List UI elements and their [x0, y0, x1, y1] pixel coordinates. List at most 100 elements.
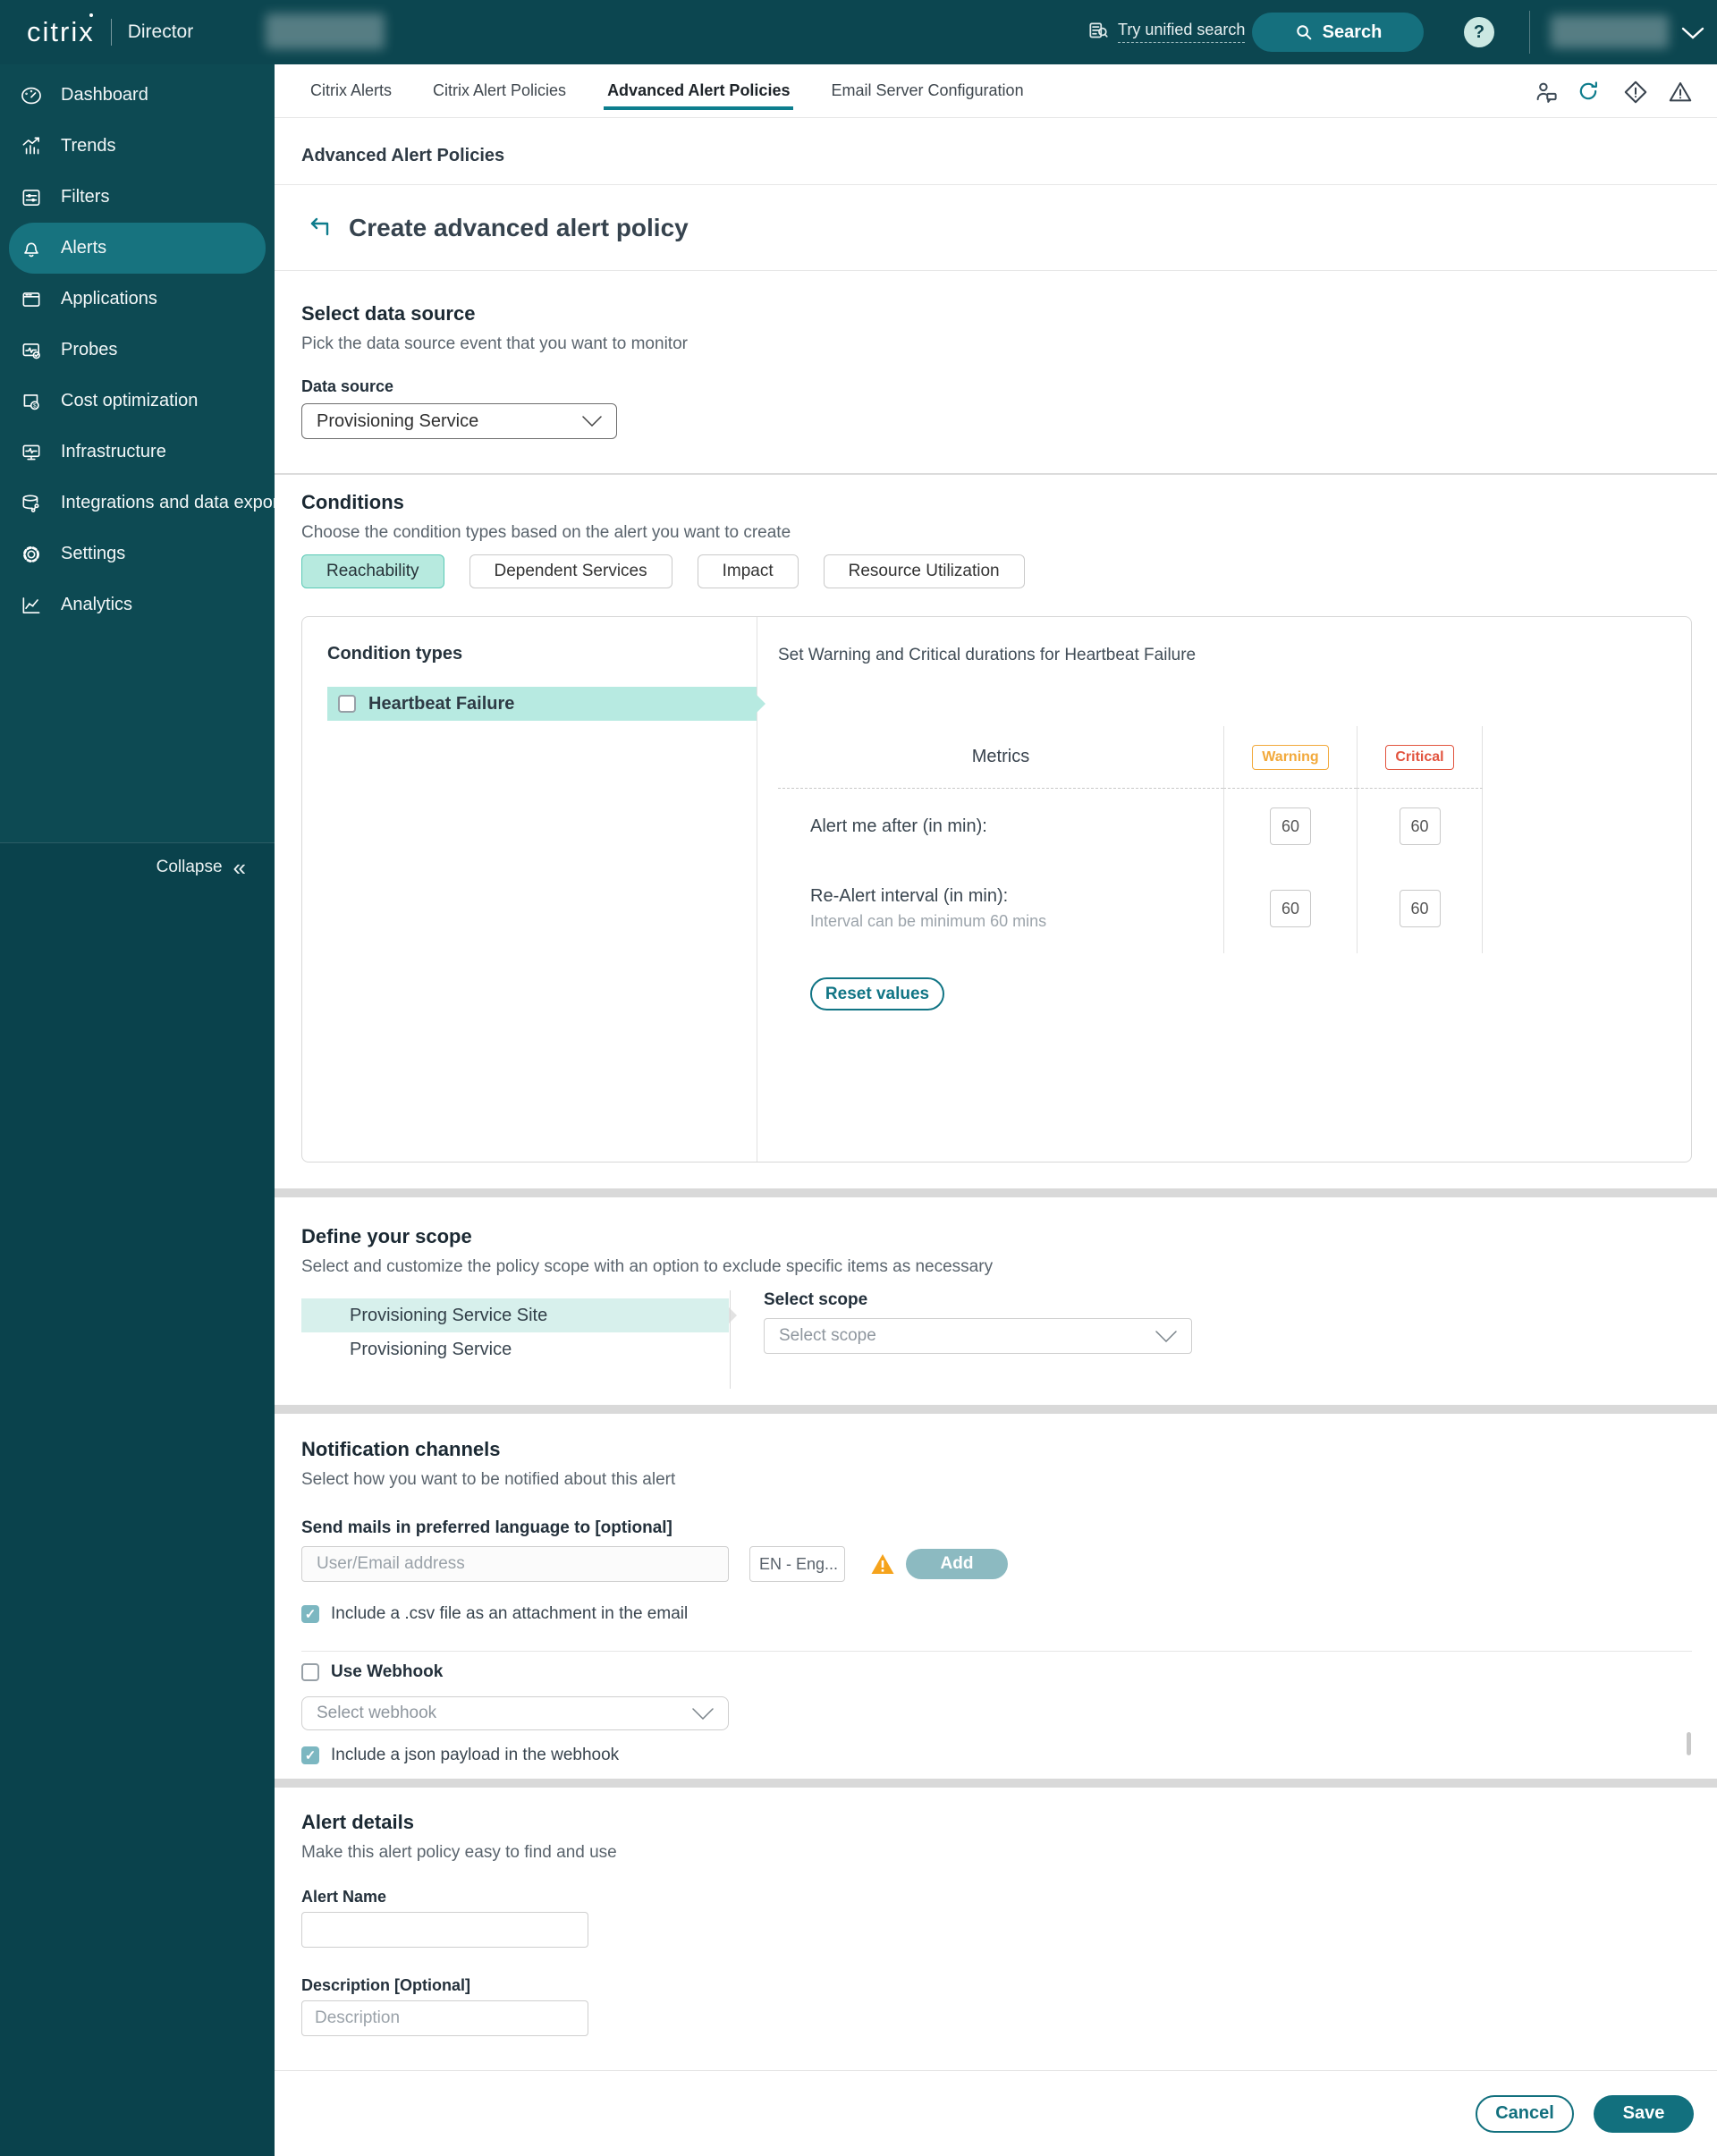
alert-after-warning-input[interactable]: [1270, 807, 1311, 845]
tab-advanced-alert-policies[interactable]: Advanced Alert Policies: [604, 64, 794, 117]
table-row-label: Alert me after (in min):: [778, 789, 1223, 864]
svg-text:$: $: [33, 402, 37, 409]
warning-alerts-icon[interactable]: [1667, 79, 1694, 106]
re-alert-interval-label: Re-Alert interval (in min):: [810, 886, 1009, 906]
critical-badge: Critical: [1385, 744, 1454, 770]
sidebar-item-trends[interactable]: Trends: [9, 121, 266, 172]
product-name: Director: [127, 21, 194, 42]
scope-list: Provisioning Service Site Provisioning S…: [301, 1298, 737, 1366]
re-alert-critical-input[interactable]: [1399, 890, 1441, 927]
sidebar-item-integrations[interactable]: Integrations and data exports: [9, 478, 292, 528]
section-divider: [275, 1188, 1717, 1197]
durations-heading: Set Warning and Critical durations for H…: [778, 646, 1197, 664]
select-webhook-dropdown[interactable]: Select webhook: [301, 1696, 729, 1730]
chip-resource-utilization[interactable]: Resource Utilization: [823, 554, 1025, 588]
scrollbar-thumb[interactable]: [1687, 1732, 1691, 1755]
sidebar-item-label: Filters: [61, 187, 110, 207]
tab-email-server-configuration[interactable]: Email Server Configuration: [831, 64, 1023, 117]
chip-dependent-services[interactable]: Dependent Services: [469, 554, 672, 588]
data-source-label: Data source: [301, 377, 394, 395]
refresh-icon[interactable]: [1576, 79, 1603, 106]
sidebar: Dashboard Trends Filters Alerts Applicat…: [0, 64, 292, 2156]
webhook-checkbox-row: Use Webhook: [301, 1662, 1692, 1682]
table-row-label: Re-Alert interval (in min): Interval can…: [778, 864, 1223, 953]
scope-subtitle: Select and customize the policy scope wi…: [301, 1257, 994, 1276]
alert-name-label: Alert Name: [301, 1888, 387, 1906]
heartbeat-failure-checkbox[interactable]: [338, 695, 356, 713]
sidebar-item-settings[interactable]: Settings: [9, 528, 266, 579]
integrations-icon: [20, 492, 43, 515]
json-payload-checkbox[interactable]: [301, 1746, 319, 1764]
critical-alerts-icon[interactable]: [1622, 79, 1649, 106]
language-value: EN - Eng...: [759, 1554, 839, 1573]
feedback-icon[interactable]: [1533, 79, 1560, 106]
chevron-down-icon: [582, 416, 602, 427]
sidebar-item-alerts[interactable]: Alerts: [9, 223, 266, 274]
sidebar-item-cost-optimization[interactable]: $ Cost optimization: [9, 376, 266, 427]
select-scope-dropdown[interactable]: Select scope: [764, 1318, 1192, 1354]
back-button[interactable]: [304, 216, 333, 241]
alert-name-input[interactable]: [301, 1912, 588, 1948]
json-checkbox-row: Include a json payload in the webhook: [301, 1746, 1692, 1765]
sidebar-item-label: Analytics: [61, 595, 133, 614]
csv-checkbox[interactable]: [301, 1605, 319, 1623]
help-icon: ?: [1473, 21, 1485, 42]
description-input[interactable]: [301, 2000, 588, 2036]
use-webhook-checkbox[interactable]: [301, 1663, 319, 1681]
description-label: Description [Optional]: [301, 1976, 470, 1994]
alert-after-critical-input[interactable]: [1399, 807, 1441, 845]
sidebar-item-dashboard[interactable]: Dashboard: [9, 70, 266, 121]
search-button[interactable]: Search: [1252, 13, 1424, 52]
unified-search-icon: [1087, 20, 1110, 43]
page-title: Advanced Alert Policies: [301, 146, 505, 165]
sidebar-item-analytics[interactable]: Analytics: [9, 579, 266, 630]
add-button[interactable]: Add: [906, 1549, 1008, 1579]
re-alert-interval-note: Interval can be minimum 60 mins: [810, 912, 1047, 930]
data-source-subtitle: Pick the data source event that you want…: [301, 334, 688, 353]
collapse-label: Collapse: [156, 858, 223, 876]
section-divider: [275, 1779, 1717, 1788]
data-source-dropdown[interactable]: Provisioning Service: [301, 403, 617, 439]
language-dropdown[interactable]: EN - Eng...: [749, 1546, 845, 1582]
cancel-button[interactable]: Cancel: [1476, 2094, 1574, 2133]
chip-reachability[interactable]: Reachability: [301, 554, 444, 588]
conditions-subtitle: Choose the condition types based on the …: [301, 523, 791, 542]
details-subtitle: Make this alert policy easy to find and …: [301, 1843, 617, 1862]
chip-impact[interactable]: Impact: [697, 554, 799, 588]
footer-actionbar: Cancel Save: [275, 2070, 1717, 2156]
email-input[interactable]: [301, 1546, 729, 1582]
help-button[interactable]: ?: [1464, 17, 1494, 47]
scope-item-provisioning-service[interactable]: Provisioning Service: [301, 1332, 729, 1366]
scope-divider: [730, 1290, 731, 1389]
reset-values-button[interactable]: Reset values: [810, 977, 944, 1010]
table-cell: [1223, 864, 1357, 953]
sidebar-item-probes[interactable]: Probes: [9, 325, 266, 376]
notification-channels-section: Notification channels Select how you wan…: [275, 1414, 1717, 1779]
sidebar-lower: Collapse «: [0, 842, 275, 2156]
select-webhook-placeholder: Select webhook: [317, 1704, 437, 1722]
re-alert-warning-input[interactable]: [1270, 890, 1311, 927]
chevron-down-icon: [1155, 1330, 1177, 1342]
save-button[interactable]: Save: [1594, 2094, 1694, 2133]
define-scope-section: Define your scope Select and customize t…: [275, 1197, 1717, 1405]
scope-select-block: Select scope Select scope: [764, 1290, 1192, 1354]
sidebar-collapse-button[interactable]: Collapse «: [0, 856, 275, 879]
tab-citrix-alerts[interactable]: Citrix Alerts: [310, 64, 392, 117]
scope-item-provisioning-service-site[interactable]: Provisioning Service Site: [301, 1298, 737, 1332]
unified-search-label: Try unified search: [1118, 21, 1246, 43]
tab-citrix-alert-policies[interactable]: Citrix Alert Policies: [433, 64, 566, 117]
heartbeat-failure-label: Heartbeat Failure: [368, 693, 515, 714]
account-menu-button[interactable]: [1681, 27, 1704, 40]
conditions-section: Conditions Choose the condition types ba…: [275, 475, 1717, 1188]
condition-row-heartbeat-failure[interactable]: Heartbeat Failure: [327, 687, 765, 721]
sidebar-item-filters[interactable]: Filters: [9, 172, 266, 223]
sidebar-item-applications[interactable]: Applications: [9, 274, 266, 325]
redacted-username[interactable]: [1551, 15, 1669, 48]
search-button-label: Search: [1322, 21, 1383, 42]
sidebar-item-infrastructure[interactable]: Infrastructure: [9, 427, 266, 478]
try-unified-search-link[interactable]: Try unified search: [1087, 20, 1246, 43]
main-content: Citrix Alerts Citrix Alert Policies Adva…: [275, 64, 1717, 2156]
select-scope-label: Select scope: [764, 1290, 868, 1309]
sidebar-item-label: Trends: [61, 136, 116, 156]
sidebar-item-label: Applications: [61, 289, 157, 309]
